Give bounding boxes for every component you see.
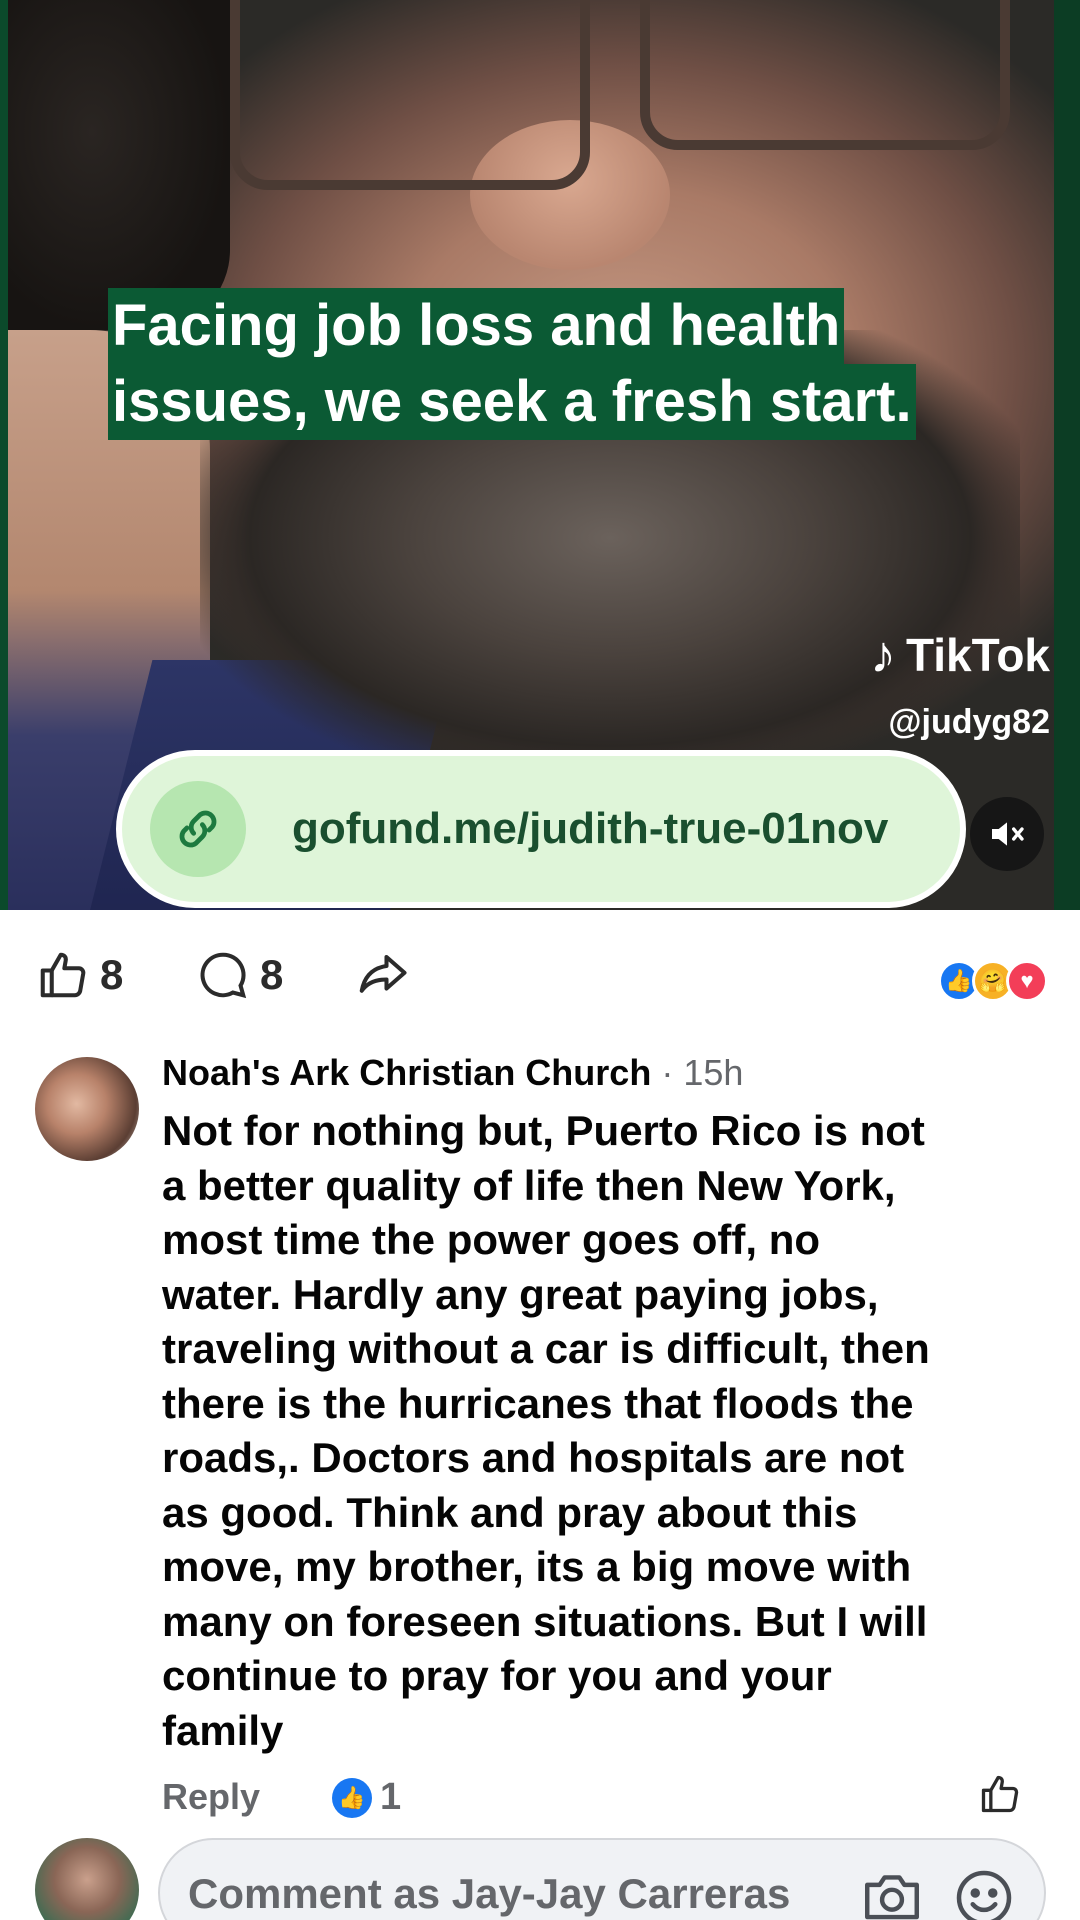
comment-button[interactable]: 8 <box>196 948 283 1002</box>
comment-actions: Reply 👍 1 <box>162 1775 1022 1826</box>
emoji-icon[interactable] <box>954 1868 1014 1920</box>
video-glasses-right <box>640 0 1010 150</box>
comment-line: as good. Think and pray about this <box>162 1488 858 1536</box>
video-player[interactable]: Facing job loss and health issues, we se… <box>0 0 1080 910</box>
like-reaction-icon: 👍 <box>332 1777 372 1818</box>
caption-line-1: Facing job loss and health <box>108 288 845 364</box>
comment-input[interactable]: Comment as Jay-Jay Carreras <box>158 1838 1046 1920</box>
thumbs-up-icon <box>40 952 86 998</box>
video-hair <box>0 0 230 330</box>
comment-like-button[interactable] <box>978 1772 1022 1821</box>
mute-button[interactable] <box>970 797 1044 871</box>
comment-text: Not for nothing but, Puerto Rico is not … <box>162 1104 1042 1758</box>
speaker-muted-icon <box>992 822 1024 846</box>
comment-line: water. Hardly any great paying jobs, <box>162 1270 879 1318</box>
comment-timestamp[interactable]: · 15h <box>661 1052 743 1093</box>
comment-header: Noah's Ark Christian Church · 15h <box>162 1052 743 1094</box>
post-action-bar: 8 8 👍 🤗 ♥ <box>0 910 1080 1030</box>
fundraiser-link[interactable]: gofund.me/judith-true-01nov <box>116 750 966 908</box>
comment-like-count: 1 <box>380 1776 402 1818</box>
like-button[interactable]: 8 <box>36 948 123 1002</box>
tiktok-handle: @judyg82 <box>888 703 1050 741</box>
video-caption: Facing job loss and health issues, we se… <box>108 288 916 440</box>
share-arrow-icon <box>359 954 407 993</box>
comment-line: move, my brother, its a big move with <box>162 1543 912 1590</box>
like-count: 8 <box>100 951 124 998</box>
tiktok-watermark: ♪ TikTok <box>870 625 1050 685</box>
reaction-summary[interactable]: 👍 🤗 ♥ <box>938 960 1048 1002</box>
share-button[interactable] <box>354 948 410 1002</box>
thumbs-up-icon <box>981 1775 1019 1813</box>
commenter-avatar[interactable] <box>35 1057 139 1161</box>
caption-line-2: issues, we seek a fresh start. <box>108 364 916 440</box>
video-glasses-left <box>230 0 590 190</box>
comment-line: many on foreseen situations. But I will <box>162 1597 928 1645</box>
tiktok-note-icon: ♪ <box>870 626 896 684</box>
comment-bubble-icon <box>200 952 247 999</box>
current-user-avatar[interactable] <box>35 1838 139 1920</box>
comment-like-summary[interactable]: 👍 1 <box>332 1776 401 1819</box>
reply-button[interactable]: Reply <box>162 1776 260 1818</box>
video-frame-right <box>1054 0 1080 910</box>
comment-author[interactable]: Noah's Ark Christian Church <box>162 1052 651 1093</box>
comment-line: a better quality of life then New York, <box>162 1161 896 1209</box>
comment-line: continue to pray for you and your <box>162 1652 832 1699</box>
camera-icon[interactable] <box>862 1870 922 1920</box>
video-frame-left <box>0 0 8 910</box>
link-icon <box>150 781 246 877</box>
love-reaction-icon: ♥ <box>1006 960 1048 1002</box>
tiktok-brand: TikTok <box>906 629 1050 681</box>
comment-count: 8 <box>260 951 284 998</box>
comment-line: traveling without a car is difficult, th… <box>162 1325 930 1372</box>
comment-line: roads,. Doctors and hospitals are not <box>162 1434 905 1481</box>
comment-line: family <box>162 1706 284 1754</box>
fundraiser-url: gofund.me/judith-true-01nov <box>292 804 889 853</box>
comment-line: most time the power goes off, no <box>162 1216 821 1263</box>
comment-input-placeholder: Comment as Jay-Jay Carreras <box>188 1870 791 1917</box>
comment-line: there is the hurricanes that floods the <box>162 1379 914 1427</box>
comment-line: Not for nothing but, Puerto Rico is not <box>162 1107 925 1154</box>
